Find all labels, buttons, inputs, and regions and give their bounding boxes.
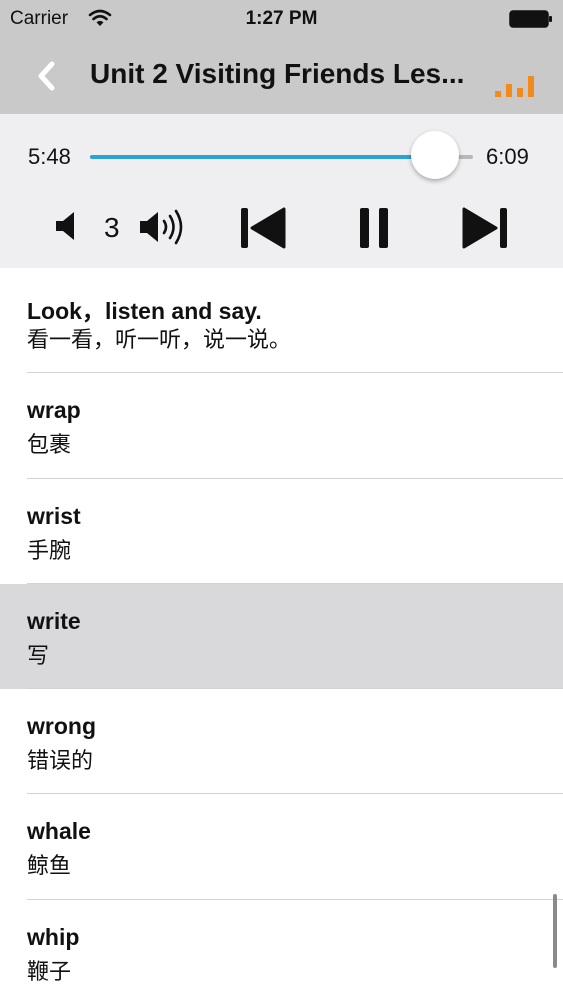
list-item[interactable]: whale 鲸鱼 [0,794,563,900]
total-time: 6:09 [486,144,529,169]
word-chinese: 鲸鱼 [27,853,72,879]
word-chinese: 鞭子 [27,958,72,984]
battery-icon [509,10,552,28]
volume-up-icon[interactable] [138,206,192,248]
word-english: wrong [27,713,96,740]
list-item[interactable]: wrong 错误的 [0,689,563,795]
word-english: Look，listen and say. [27,298,262,324]
word-english: wrist [27,502,81,529]
scroll-indicator[interactable] [553,894,557,968]
word-english: whip [27,923,80,950]
word-chinese: 错误的 [27,748,94,774]
progress-thumb[interactable] [410,131,459,179]
audio-player: 5:48 6:09 3 [0,114,563,268]
word-list[interactable]: Look，listen and say. 看一看，听一听，说一说。 wrap 包… [0,268,563,1000]
word-chinese: 写 [27,642,50,668]
previous-track-button[interactable] [238,206,288,250]
back-button[interactable] [28,56,68,96]
audio-bars-icon[interactable] [494,72,536,98]
list-item[interactable]: write 写 [0,583,563,690]
next-track-button[interactable] [460,206,510,250]
elapsed-time: 5:48 [28,144,71,169]
word-english: whale [27,818,91,845]
volume-down-icon[interactable] [54,210,82,242]
status-time: 1:27 PM [245,8,318,29]
status-bar: Carrier 1:27 PM [0,0,563,38]
word-english: write [27,607,81,634]
list-item[interactable]: Look，listen and say. 看一看，听一听，说一说。 [0,268,563,374]
list-item[interactable]: whip 鞭子 [0,900,563,1000]
pause-button[interactable] [356,206,392,250]
word-chinese: 手腕 [27,537,72,563]
progress-fill [90,155,435,159]
word-english: wrap [27,397,81,424]
list-item[interactable]: wrist 手腕 [0,479,563,584]
list-item[interactable]: wrap 包裹 [0,373,563,479]
word-chinese: 包裹 [27,432,72,458]
word-chinese: 看一看，听一听，说一说。 [27,327,292,352]
nav-bar: Unit 2 Visiting Friends Les... [0,38,563,114]
chevron-left-icon [38,61,55,91]
page-title: Unit 2 Visiting Friends Les... [90,58,465,89]
volume-level: 3 [104,212,120,243]
